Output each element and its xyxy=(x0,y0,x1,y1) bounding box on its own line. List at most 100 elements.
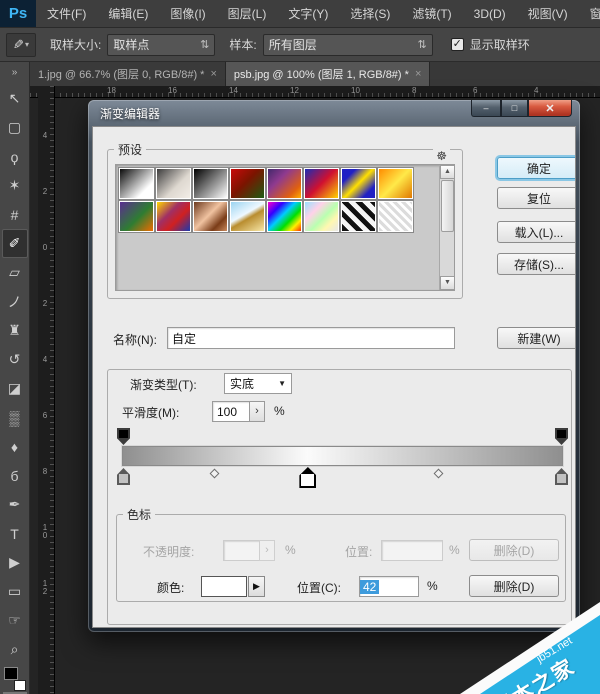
name-input[interactable]: 自定 xyxy=(167,327,455,349)
lasso-tool[interactable]: ϙ xyxy=(2,142,28,171)
color-stop-selected[interactable] xyxy=(299,467,316,488)
sample-select[interactable]: 所有图层 ⇅ xyxy=(263,34,433,56)
menu-item-1[interactable]: 编辑(E) xyxy=(97,0,159,28)
gradient-preset-yellow-violet-red-blue[interactable] xyxy=(156,201,191,232)
presets-group: 预设 ☸ ▲ ▼ xyxy=(107,141,463,299)
menu-item-2[interactable]: 图像(I) xyxy=(159,0,216,28)
gradient-preset-copper[interactable] xyxy=(193,201,228,232)
blur-tool[interactable]: ♦ xyxy=(2,432,28,461)
midpoint-diamond-right[interactable] xyxy=(434,469,444,479)
foreground-color-swatch[interactable] xyxy=(4,667,18,680)
color-menu-arrow-icon[interactable]: ▶ xyxy=(248,576,265,597)
gradient-preview-wrap xyxy=(122,446,563,466)
stops-group: 色标 不透明度: › % 位置: % 删除(D) 颜色: ▶ 位置(C): 42… xyxy=(116,506,566,602)
delete-color-stop-button[interactable]: 删除(D) xyxy=(469,575,559,597)
gradient-preset-orange-yellow-orange[interactable] xyxy=(378,168,413,199)
menu-item-4[interactable]: 文字(Y) xyxy=(277,0,339,28)
document-tab-1[interactable]: psb.jpg @ 100% (图层 1, RGB/8#) * × xyxy=(226,62,430,86)
tab-close-icon[interactable]: × xyxy=(210,68,216,80)
color-stop-right[interactable] xyxy=(555,468,568,485)
delete-opacity-stop-button: 删除(D) xyxy=(469,539,559,561)
magic-wand-tool[interactable]: ✶ xyxy=(2,171,28,200)
dodge-tool[interactable]: б xyxy=(2,461,28,490)
menu-item-9[interactable]: 窗口(W) xyxy=(579,0,600,28)
maximize-button[interactable]: □ xyxy=(501,100,528,117)
clone-stamp-tool[interactable]: ♜ xyxy=(2,316,28,345)
gradient-preset-black-to-white[interactable] xyxy=(119,168,154,199)
brush-tool[interactable]: ノ xyxy=(2,287,28,316)
updown-arrows-icon: ⇅ xyxy=(417,38,426,51)
menu-item-5[interactable]: 选择(S) xyxy=(339,0,401,28)
location-label: 位置: xyxy=(345,543,372,560)
zoom-tool[interactable]: ⌕ xyxy=(2,635,28,664)
menu-item-6[interactable]: 滤镜(T) xyxy=(401,0,462,28)
gradient-preset-violet-green-orange[interactable] xyxy=(119,201,154,232)
stop-color-swatch[interactable] xyxy=(201,576,247,597)
preset-swatch-panel: ▲ ▼ xyxy=(115,164,455,291)
eyedropper-tool-preview[interactable]: ✎ ▾ xyxy=(6,33,36,57)
chevron-down-icon: ▼ xyxy=(278,379,286,388)
opacity-label: 不透明度: xyxy=(143,543,194,560)
minimize-button[interactable]: – xyxy=(471,100,501,117)
load-button[interactable]: 载入(L)... xyxy=(497,221,576,243)
marquee-tool[interactable]: ▢ xyxy=(2,113,28,142)
eyedropper-tool[interactable]: ✐ xyxy=(2,229,28,258)
gradient-preview-bar[interactable] xyxy=(123,447,562,465)
midpoint-diamond-left[interactable] xyxy=(210,469,220,479)
gradient-preset-transparent-stripes[interactable] xyxy=(341,201,376,232)
show-sampling-ring-checkbox[interactable]: ✓ xyxy=(451,38,464,51)
rectangle-tool[interactable]: ▭ xyxy=(2,577,28,606)
gradient-preset-pastel-rainbow-transparent[interactable] xyxy=(304,201,339,232)
preset-scrollbar[interactable]: ▲ ▼ xyxy=(439,165,454,290)
document-tab-label: 1.jpg @ 66.7% (图层 0, RGB/8#) * xyxy=(38,66,204,82)
hand-tool[interactable]: ☞ xyxy=(2,606,28,635)
new-button[interactable]: 新建(W) xyxy=(497,327,576,349)
ok-button[interactable]: 确定 xyxy=(497,157,576,179)
healing-brush-tool[interactable]: ▱ xyxy=(2,258,28,287)
pen-tool[interactable]: ✒ xyxy=(2,490,28,519)
menu-item-8[interactable]: 视图(V) xyxy=(517,0,579,28)
crop-tool[interactable]: # xyxy=(2,200,28,229)
gradient-preset-red-to-green[interactable] xyxy=(230,168,265,199)
gear-icon[interactable]: ☸ xyxy=(433,149,450,163)
vertical-ruler: 42024681 01 2 xyxy=(38,86,55,694)
gradient-preset-chrome[interactable] xyxy=(230,201,265,232)
sample-size-select[interactable]: 取样点 ⇅ xyxy=(107,34,215,56)
gradient-preset-violet-to-orange[interactable] xyxy=(267,168,302,199)
scrollbar-thumb[interactable] xyxy=(441,180,454,232)
path-selection-tool[interactable]: ▶ xyxy=(2,548,28,577)
gradient-preset-blue-red-yellow[interactable] xyxy=(304,168,339,199)
foreground-background-swatches[interactable] xyxy=(3,666,27,692)
scroll-down-icon[interactable]: ▼ xyxy=(440,276,455,290)
reset-button[interactable]: 复位 xyxy=(497,187,576,209)
history-brush-tool[interactable]: ↺ xyxy=(2,345,28,374)
gradient-preset-blue-yellow-blue[interactable] xyxy=(341,168,376,199)
opacity-stop-left[interactable] xyxy=(117,428,130,445)
menu-item-7[interactable]: 3D(D) xyxy=(463,0,517,28)
document-tab-label: psb.jpg @ 100% (图层 1, RGB/8#) * xyxy=(234,66,409,82)
color-stop-left[interactable] xyxy=(117,468,130,485)
tab-close-icon[interactable]: × xyxy=(415,68,421,80)
save-button[interactable]: 存储(S)... xyxy=(497,253,576,275)
gradient-preset-noise-sample[interactable] xyxy=(378,201,413,232)
menu-item-3[interactable]: 图层(L) xyxy=(217,0,278,28)
type-tool[interactable]: T xyxy=(2,519,28,548)
smoothness-spinner-icon[interactable]: › xyxy=(249,401,265,422)
opacity-stop-right[interactable] xyxy=(555,428,568,445)
gradient-tool[interactable]: ▒ xyxy=(2,403,28,432)
document-tabs: 1.jpg @ 66.7% (图层 0, RGB/8#) *×psb.jpg @… xyxy=(30,62,430,86)
menu-item-0[interactable]: 文件(F) xyxy=(36,0,97,28)
stop-location-input[interactable]: 42 xyxy=(359,576,419,597)
smoothness-input[interactable]: 100 xyxy=(212,401,250,422)
gradient-type-select[interactable]: 实底 ▼ xyxy=(224,373,292,394)
gradient-preset-black-white[interactable] xyxy=(193,168,228,199)
scroll-up-icon[interactable]: ▲ xyxy=(440,165,455,179)
close-button[interactable]: ✕ xyxy=(528,100,572,117)
background-color-swatch[interactable] xyxy=(14,680,26,691)
gradient-preset-foreground-to-transparent[interactable] xyxy=(156,168,191,199)
move-tool[interactable]: ↖ xyxy=(2,84,28,113)
document-tab-0[interactable]: 1.jpg @ 66.7% (图层 0, RGB/8#) * × xyxy=(30,62,226,86)
eraser-tool[interactable]: ◪ xyxy=(2,374,28,403)
gradient-preset-spectrum[interactable] xyxy=(267,201,302,232)
toolbar-collapse-icon[interactable]: » xyxy=(0,62,29,84)
